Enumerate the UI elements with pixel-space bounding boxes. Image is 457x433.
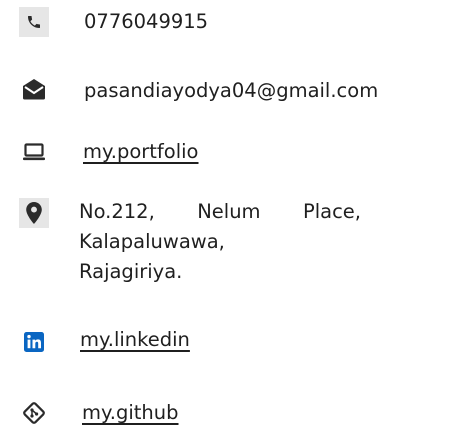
linkedin-icon: [19, 327, 49, 357]
address-text: No.212, Nelum Place, Kalapaluwawa, Rajag…: [79, 197, 361, 287]
address-line-1: No.212, Nelum Place,: [79, 200, 361, 223]
contact-row-phone: 0776049915: [0, 7, 457, 37]
linkedin-link[interactable]: my.linkedin: [80, 328, 190, 352]
phone-icon: [19, 7, 49, 37]
address-line-3: Rajagiriya.: [79, 260, 183, 283]
laptop-icon: [19, 137, 49, 167]
address-line-2: Kalapaluwawa,: [79, 230, 225, 253]
contact-row-address: No.212, Nelum Place, Kalapaluwawa, Rajag…: [0, 197, 457, 289]
contact-row-linkedin[interactable]: my.linkedin: [0, 327, 457, 357]
email-address: pasandiayodya04@gmail.com: [84, 79, 379, 102]
git-icon: [19, 398, 49, 428]
envelope-icon: [19, 74, 49, 104]
location-pin-icon: [19, 198, 49, 228]
contact-row-portfolio[interactable]: my.portfolio: [0, 137, 457, 167]
github-link[interactable]: my.github: [82, 401, 179, 425]
portfolio-link[interactable]: my.portfolio: [83, 140, 199, 164]
contact-row-github[interactable]: my.github: [0, 398, 457, 428]
contact-row-email: pasandiayodya04@gmail.com: [0, 74, 457, 104]
phone-number: 0776049915: [84, 10, 209, 33]
